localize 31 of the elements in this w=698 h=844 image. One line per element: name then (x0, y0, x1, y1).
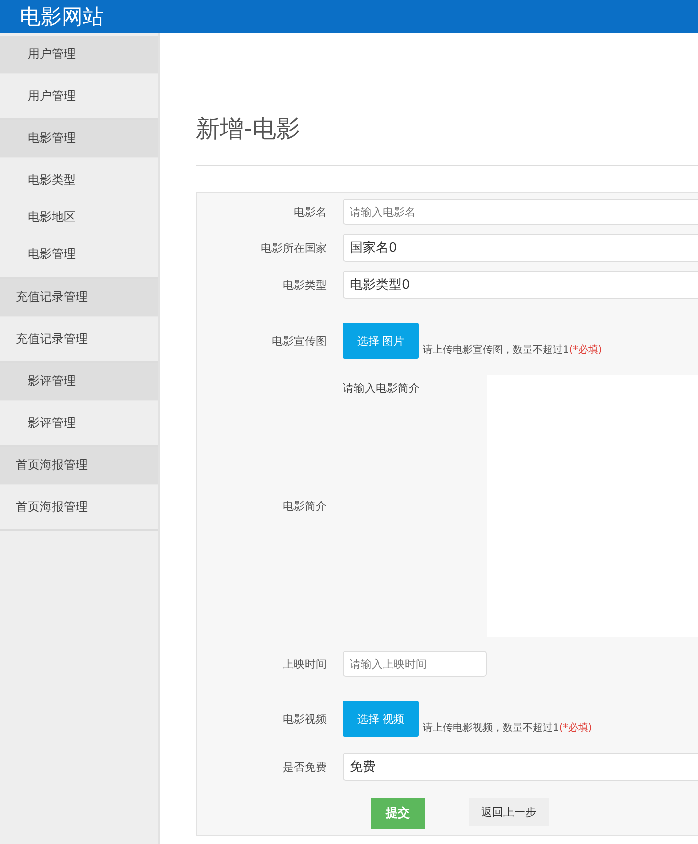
sidebar-link[interactable]: 充值记录管理 (0, 330, 104, 348)
sidebar-link[interactable]: 用户管理 (0, 88, 104, 104)
sidebar-link[interactable]: 电影地区 (0, 209, 104, 226)
select-field[interactable]: 电影类型0 (343, 271, 698, 299)
date-field[interactable]: 请输入上映时间 (343, 651, 487, 677)
field-label: 电影简介 (282, 498, 328, 514)
sidebar-section-header[interactable]: 影评管理 (0, 363, 158, 401)
input-field[interactable]: 请输入电影名 (343, 199, 698, 225)
sidebar-link[interactable]: 影评管理 (0, 414, 104, 432)
sidebar-link[interactable]: 首页海报管理 (0, 498, 104, 516)
field-label: 电影类型 (282, 278, 328, 292)
sidebar-section-header[interactable]: 用户管理 (0, 36, 158, 74)
select-field[interactable]: 免费 (343, 753, 698, 781)
text-area[interactable]: 请输入电影简介 (343, 375, 698, 637)
sidebar-section-header[interactable]: 电影管理 (0, 120, 158, 158)
sidebar-section-header[interactable]: 首页海报管理 (0, 447, 158, 485)
sidebar-link[interactable]: 电影管理 (0, 246, 104, 263)
field-label: 上映时间 (282, 656, 328, 672)
field-label: 电影视频 (282, 712, 328, 726)
back-button[interactable]: 返回上一步 (469, 798, 549, 826)
upload-hint: 请上传电影宣传图，数量不超过1(*必填) (423, 344, 602, 357)
select-field[interactable]: 国家名0 (343, 234, 698, 262)
sidebar-link[interactable]: 电影类型 (0, 172, 104, 189)
page-title: 新增-电影 (196, 114, 302, 145)
upload-hint: 请上传电影视频，数量不超过1(*必填) (423, 722, 592, 735)
site-title: 电影网站 (20, 4, 104, 30)
field-label: 电影宣传图 (271, 334, 328, 348)
field-label: 电影所在国家 (260, 240, 328, 256)
field-label: 是否免费 (282, 760, 328, 774)
field-label: 电影名 (293, 204, 328, 220)
sidebar-section-header[interactable]: 充值记录管理 (0, 279, 158, 317)
